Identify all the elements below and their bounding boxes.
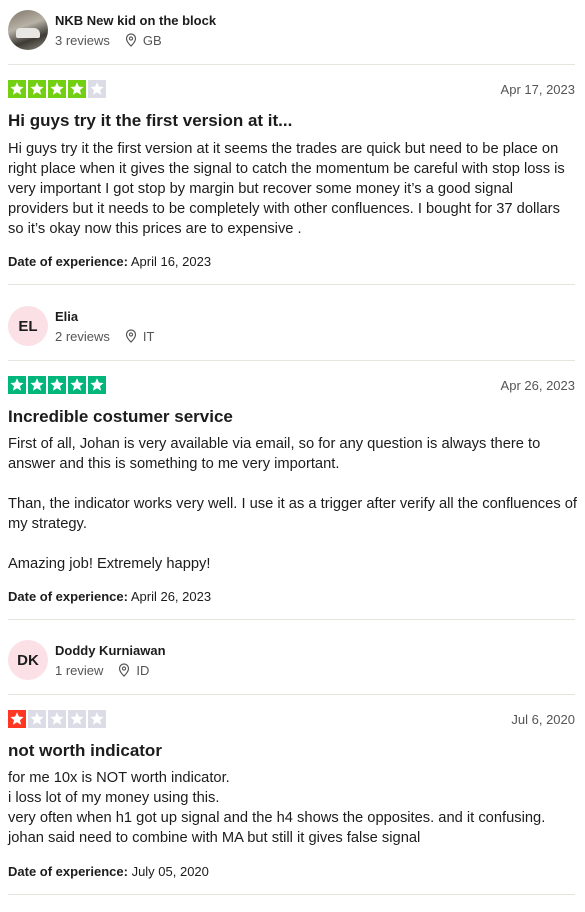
reviewer-meta: 1 review ID [55,663,166,678]
divider [8,64,575,65]
avatar[interactable]: EL [8,306,48,346]
review-card: EL Elia 2 reviews IT Apr 26, 2023 Incred… [0,285,585,620]
reviewer-details: Elia 2 reviews IT [55,309,154,344]
reviewer-details: Doddy Kurniawan 1 review ID [55,643,166,678]
rating-row: Apr 26, 2023 [0,376,585,394]
rating-row: Apr 17, 2023 [0,80,585,98]
star-rating [8,710,106,728]
star-icon [68,80,86,98]
date-of-experience: Date of experience: April 16, 2023 [0,254,585,269]
reviewer-details: NKB New kid on the block 3 reviews GB [55,13,216,48]
star-icon [28,376,46,394]
experience-label: Date of experience: [8,589,128,604]
reviews-count: 2 reviews [55,328,110,344]
avatar[interactable] [8,10,48,50]
experience-date: July 05, 2020 [131,864,209,879]
review-card: NKB New kid on the block 3 reviews GB Ap… [0,0,585,285]
review-body: First of all, Johan is very available vi… [8,436,577,572]
reviews-count: 1 review [55,662,104,678]
star-icon [28,710,46,728]
reviewer-country: GB [142,32,162,48]
review-body: Hi guys try it the first version at it s… [8,141,565,237]
review-date: Apr 17, 2023 [500,81,575,97]
review-date: Jul 6, 2020 [511,711,575,727]
experience-label: Date of experience: [8,864,128,879]
review-card: DK Doddy Kurniawan 1 review ID Jul 6, 20… [0,620,585,895]
review-title[interactable]: Incredible costumer service [0,406,585,428]
star-rating [8,376,106,394]
divider [8,694,575,695]
experience-date: April 16, 2023 [130,254,212,269]
location-pin-icon [118,663,130,677]
star-icon [48,80,66,98]
experience-date: April 26, 2023 [130,589,212,604]
reviewer-meta: 2 reviews IT [55,329,154,344]
reviews-count: 3 reviews [55,32,110,48]
reviewer-name[interactable]: Elia [55,309,154,325]
date-of-experience: Date of experience: April 26, 2023 [0,589,585,604]
star-icon [48,710,66,728]
star-icon [8,376,26,394]
experience-label: Date of experience: [8,254,128,269]
review-title[interactable]: Hi guys try it the first version at it..… [0,110,585,132]
star-icon [8,80,26,98]
star-icon [88,376,106,394]
reviewer-info[interactable]: EL Elia 2 reviews IT [0,285,585,346]
reviewer-country: ID [136,662,150,678]
rating-row: Jul 6, 2020 [0,710,585,728]
star-rating [8,80,106,98]
location-pin-icon [125,33,137,47]
location-pin-icon [125,329,137,343]
review-date: Apr 26, 2023 [500,377,575,393]
star-icon [68,710,86,728]
reviewer-info[interactable]: NKB New kid on the block 3 reviews GB [0,0,585,50]
review-title[interactable]: not worth indicator [0,740,585,762]
divider [8,894,575,895]
star-icon [68,376,86,394]
star-icon [88,80,106,98]
date-of-experience: Date of experience: July 05, 2020 [0,864,585,879]
divider [8,360,575,361]
star-icon [28,80,46,98]
reviewer-meta: 3 reviews GB [55,33,216,48]
review-body: for me 10x is NOT worth indicator. i los… [8,770,546,846]
reviewer-info[interactable]: DK Doddy Kurniawan 1 review ID [0,620,585,680]
star-icon [8,710,26,728]
reviewer-country: IT [142,328,155,344]
avatar[interactable]: DK [8,640,48,680]
reviewer-name[interactable]: NKB New kid on the block [55,13,216,29]
star-icon [88,710,106,728]
star-icon [48,376,66,394]
reviewer-name[interactable]: Doddy Kurniawan [55,643,166,659]
